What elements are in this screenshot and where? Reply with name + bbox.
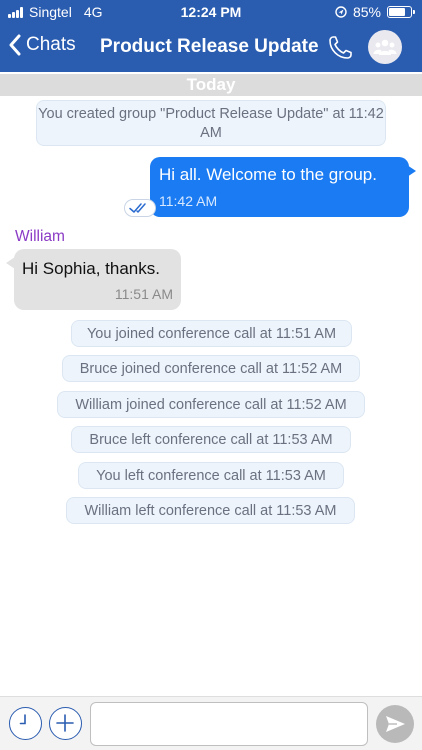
group-icon (373, 39, 397, 55)
chat-title: Product Release Update (100, 36, 319, 57)
schedule-button[interactable] (9, 707, 42, 740)
system-message: William joined conference call at 11:52 … (57, 391, 365, 418)
outgoing-message[interactable]: Hi all. Welcome to the group. 11:42 AM (150, 157, 416, 217)
sender-name: William (15, 228, 65, 245)
system-message: You joined conference call at 11:51 AM (71, 320, 352, 347)
message-composer (0, 696, 422, 750)
status-right: 85% (335, 4, 415, 20)
date-divider: Today (0, 74, 422, 96)
app-header: Singtel 4G 12:24 PM 85% Chats Product Re… (0, 0, 422, 72)
battery-fill (389, 8, 405, 16)
battery-icon (387, 6, 415, 18)
system-message: Bruce left conference call at 11:53 AM (71, 426, 351, 453)
phone-icon[interactable] (326, 34, 354, 62)
message-text: Hi all. Welcome to the group. (159, 165, 377, 184)
back-button[interactable]: Chats (8, 34, 76, 56)
back-chevron-icon (9, 34, 21, 56)
system-message: You created group "Product Release Updat… (36, 100, 386, 146)
incoming-message[interactable]: Hi Sophia, thanks. 11:51 AM (6, 249, 181, 310)
read-ticks-icon (124, 199, 156, 217)
status-bar: Singtel 4G 12:24 PM 85% (0, 0, 422, 24)
plus-icon (56, 714, 74, 732)
group-avatar-button[interactable] (368, 30, 402, 64)
send-button[interactable] (376, 705, 414, 743)
message-time: 11:42 AM (159, 193, 218, 209)
clock-icon (19, 714, 26, 725)
attach-button[interactable] (49, 707, 82, 740)
bubble-tail (6, 257, 15, 269)
back-label: Chats (26, 34, 76, 55)
message-text: Hi Sophia, thanks. (22, 259, 160, 278)
send-icon (386, 716, 405, 732)
message-time: 11:51 AM (114, 286, 173, 302)
system-message: Bruce joined conference call at 11:52 AM (62, 355, 360, 382)
message-input[interactable] (90, 702, 368, 746)
location-icon (335, 6, 347, 18)
battery-percent: 85% (352, 4, 381, 20)
system-message: William left conference call at 11:53 AM (66, 497, 355, 524)
bubble-tail (407, 165, 416, 177)
system-message: You left conference call at 11:53 AM (78, 462, 344, 489)
